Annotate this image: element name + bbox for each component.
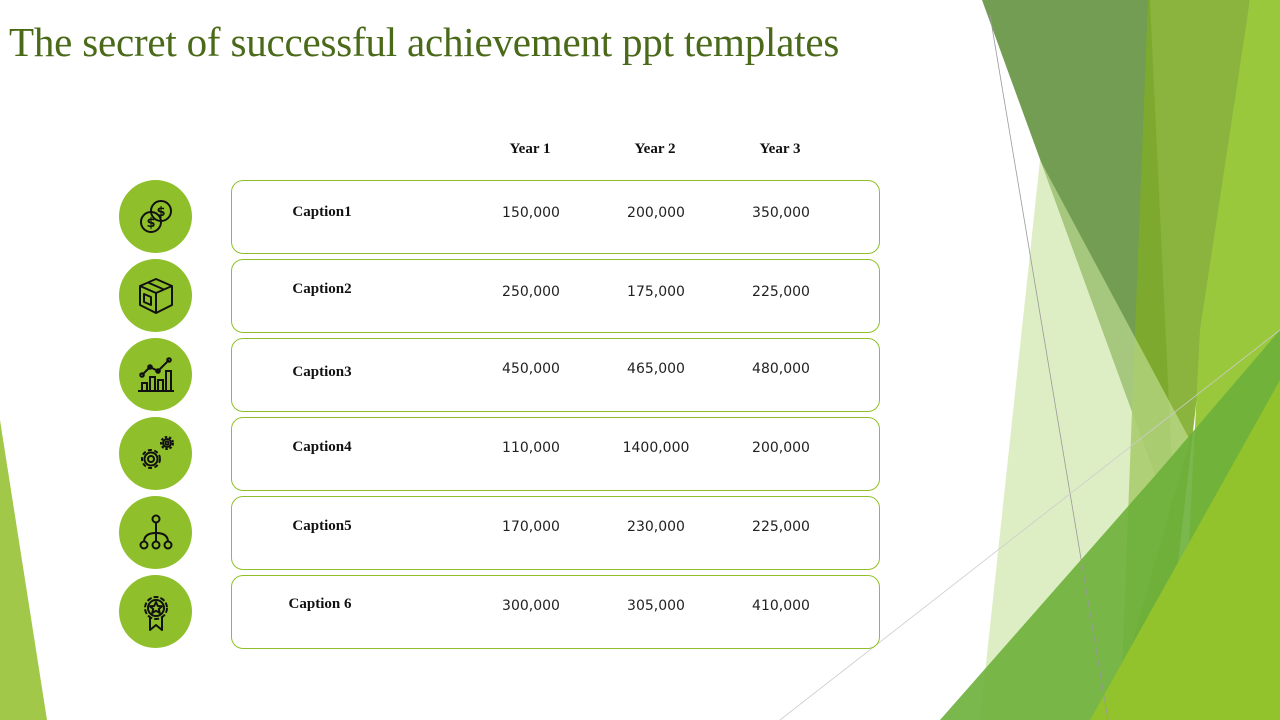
cell-year-1: 170,000 <box>502 519 560 535</box>
cell-year-3: 225,000 <box>752 519 810 535</box>
cell-year-1: 450,000 <box>502 361 560 377</box>
cell-year-3: 410,000 <box>752 598 810 614</box>
row-card: Caption3 450,000 465,000 480,000 <box>231 338 880 412</box>
row-caption: Caption 6 <box>288 596 352 612</box>
table-row: $ $ Caption1 150,000 200,000 350,000 <box>0 180 1280 254</box>
growth-chart-icon <box>137 356 174 392</box>
cell-year-3: 480,000 <box>752 361 810 377</box>
row-icon-circle: $ $ <box>119 180 192 253</box>
cell-year-1: 250,000 <box>502 284 560 300</box>
cell-year-3: 200,000 <box>752 440 810 456</box>
row-card: Caption4 110,000 1400,000 200,000 <box>231 417 880 491</box>
column-header-year-3: Year 3 <box>759 141 801 157</box>
cell-year-2: 305,000 <box>627 598 685 614</box>
row-caption: Caption4 <box>292 439 352 455</box>
row-icon-circle <box>119 575 192 648</box>
table-row: Caption 6 300,000 305,000 410,000 <box>0 575 1280 649</box>
slide-title: The secret of successful achievement ppt… <box>9 19 840 65</box>
row-card: Caption5 170,000 230,000 225,000 <box>231 496 880 570</box>
coins-dollar-icon: $ $ <box>139 199 172 233</box>
cell-year-1: 150,000 <box>502 205 560 221</box>
row-card: Caption 6 300,000 305,000 410,000 <box>231 575 880 649</box>
cell-year-2: 465,000 <box>627 361 685 377</box>
row-caption: Caption5 <box>292 518 352 534</box>
hierarchy-network-icon <box>139 514 172 549</box>
row-icon-circle <box>119 417 192 490</box>
gears-icon <box>140 435 174 469</box>
table-row: Caption2 250,000 175,000 225,000 <box>0 259 1280 333</box>
row-icon-circle <box>119 259 192 332</box>
row-caption: Caption1 <box>292 204 352 220</box>
svg-text:$: $ <box>156 205 165 220</box>
column-header-year-2: Year 2 <box>634 141 676 157</box>
row-icon-circle <box>119 338 192 411</box>
column-header-year-1: Year 1 <box>509 141 551 157</box>
row-caption: Caption2 <box>292 281 352 297</box>
cell-year-2: 200,000 <box>627 205 685 221</box>
package-box-icon <box>138 277 173 314</box>
row-card: Caption2 250,000 175,000 225,000 <box>231 259 880 333</box>
cell-year-2: 1400,000 <box>622 440 690 456</box>
svg-text:$: $ <box>146 216 155 231</box>
cell-year-1: 110,000 <box>502 440 560 456</box>
table-row: Caption5 170,000 230,000 225,000 <box>0 496 1280 570</box>
cell-year-3: 225,000 <box>752 284 810 300</box>
row-icon-circle <box>119 496 192 569</box>
table-row: Caption4 110,000 1400,000 200,000 <box>0 417 1280 491</box>
cell-year-1: 300,000 <box>502 598 560 614</box>
award-badge-icon <box>143 595 168 631</box>
cell-year-2: 230,000 <box>627 519 685 535</box>
row-card: Caption1 150,000 200,000 350,000 <box>231 180 880 254</box>
row-caption: Caption3 <box>292 364 352 380</box>
table-row: Caption3 450,000 465,000 480,000 <box>0 338 1280 412</box>
cell-year-2: 175,000 <box>627 284 685 300</box>
cell-year-3: 350,000 <box>752 205 810 221</box>
